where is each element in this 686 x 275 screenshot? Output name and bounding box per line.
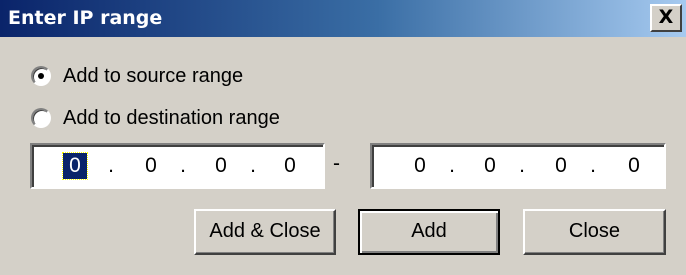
end-ip-field[interactable]: 0 . 0 . 0 . 0 [370, 143, 666, 189]
end-ip-dot-2: . [519, 154, 525, 177]
start-ip-dot-3: . [250, 154, 256, 177]
start-ip-octet-4[interactable]: 0 [278, 153, 302, 179]
start-ip-octet-3[interactable]: 0 [209, 153, 233, 179]
start-ip-dot-1: . [108, 154, 114, 177]
destination-range-option[interactable]: Add to destination range [31, 104, 280, 132]
add-button[interactable]: Add [358, 209, 500, 255]
end-ip-dot-1: . [449, 154, 455, 177]
end-ip-octet-2[interactable]: 0 [478, 153, 502, 179]
start-ip-dot-2: . [180, 154, 186, 177]
source-range-option[interactable]: Add to source range [31, 62, 243, 90]
start-ip-octet-2[interactable]: 0 [139, 153, 163, 179]
range-separator: - [333, 152, 340, 175]
close-icon: X [658, 6, 674, 28]
add-and-close-button[interactable]: Add & Close [194, 209, 336, 255]
source-range-label: Add to source range [63, 65, 244, 87]
window-title: Enter IP range [8, 7, 163, 29]
title-bar[interactable]: Enter IP range X [0, 0, 686, 37]
enter-ip-range-dialog: Enter IP range X Add to source range Add… [0, 0, 686, 275]
destination-range-radio[interactable] [31, 108, 51, 128]
end-ip-octet-4[interactable]: 0 [622, 153, 646, 179]
destination-range-label: Add to destination range [63, 107, 280, 129]
source-range-radio[interactable] [31, 66, 51, 86]
end-ip-octet-3[interactable]: 0 [549, 153, 573, 179]
end-ip-octet-1[interactable]: 0 [408, 153, 432, 179]
close-button[interactable]: Close [523, 209, 666, 255]
start-ip-field[interactable]: 0 . 0 . 0 . 0 [30, 143, 325, 189]
close-window-button[interactable]: X [650, 4, 682, 32]
start-ip-octet-1[interactable]: 0 [62, 152, 88, 180]
end-ip-dot-3: . [590, 154, 596, 177]
